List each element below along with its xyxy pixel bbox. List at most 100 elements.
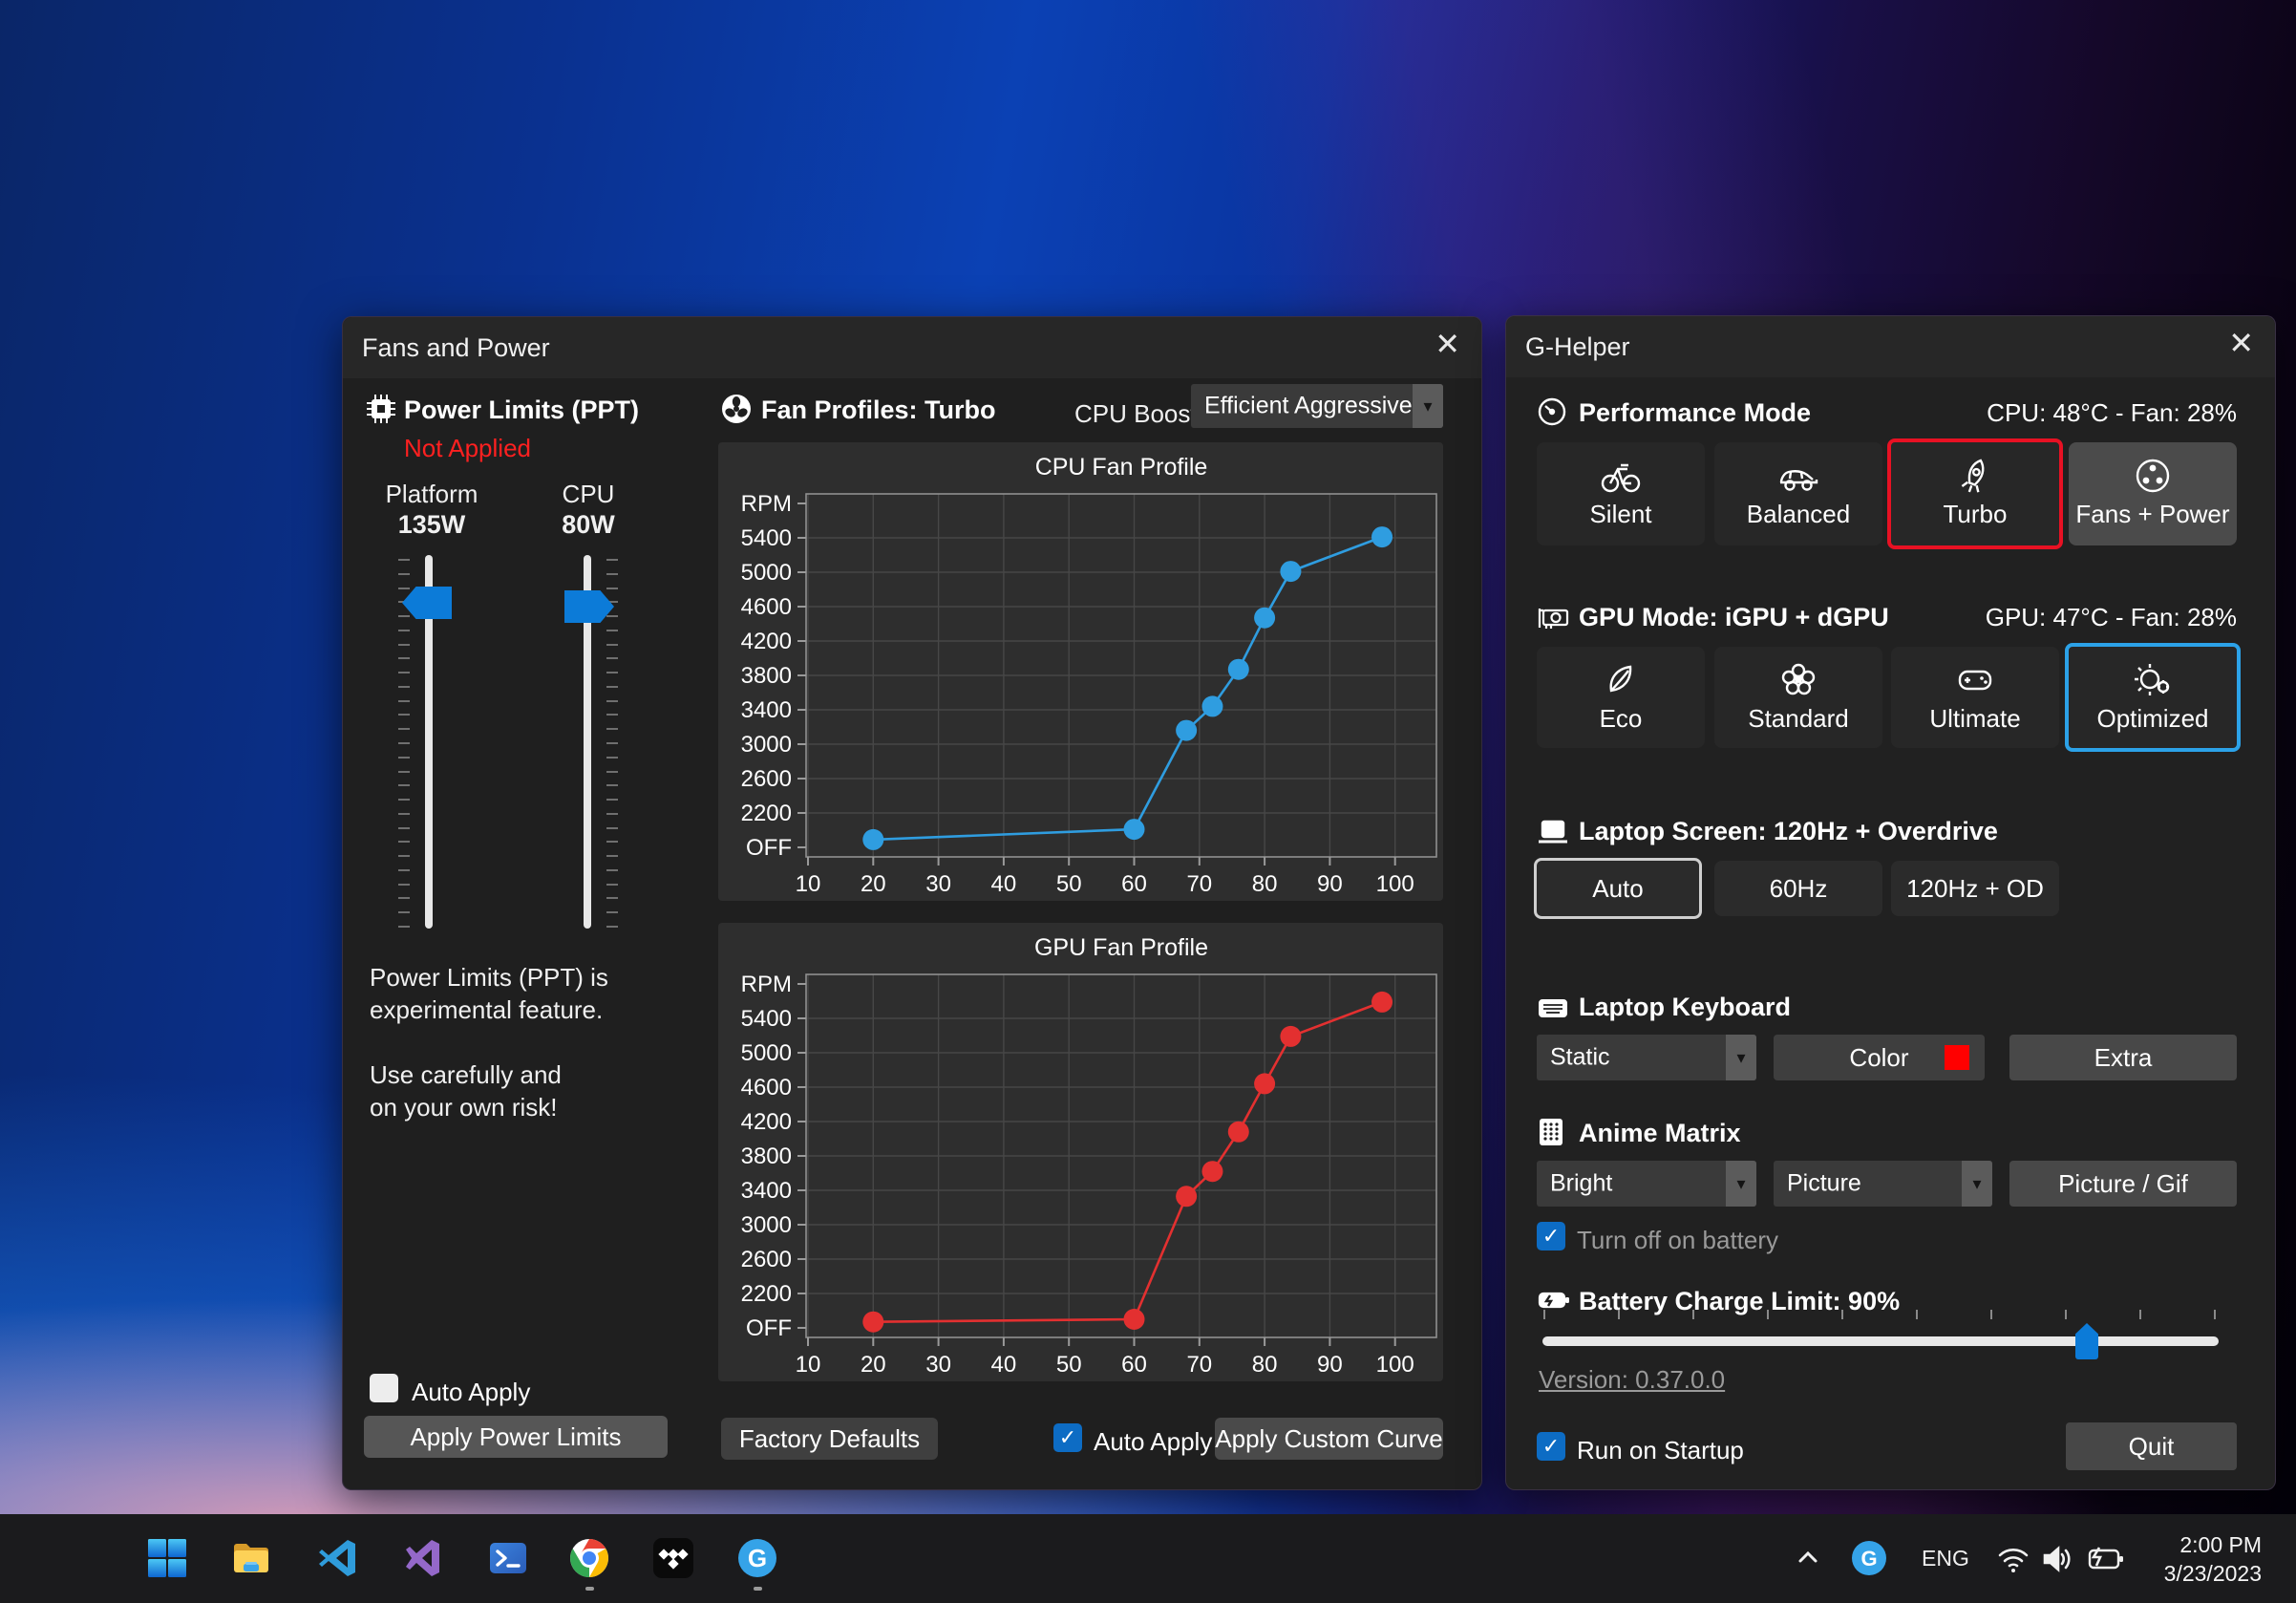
svg-text:90: 90 bbox=[1317, 1352, 1343, 1378]
cpu-boost-dropdown[interactable]: Efficient Aggressive ▾ bbox=[1191, 384, 1443, 428]
chevron-down-icon[interactable]: ▾ bbox=[1726, 1161, 1756, 1207]
cpu-boost-label: CPU Boost bbox=[1074, 399, 1198, 429]
power-auto-apply-checkbox[interactable] bbox=[370, 1374, 398, 1402]
platform-value: 135W bbox=[368, 510, 496, 540]
gpu-mode-eco[interactable]: Eco bbox=[1537, 647, 1705, 748]
picture-gif-button[interactable]: Picture / Gif bbox=[2009, 1161, 2237, 1207]
svg-text:60: 60 bbox=[1121, 871, 1147, 897]
run-on-startup-checkbox[interactable]: ✓ bbox=[1537, 1432, 1565, 1461]
gpu-mode-standard[interactable]: Standard bbox=[1714, 647, 1882, 748]
battery-slider-thumb[interactable] bbox=[2075, 1323, 2098, 1359]
svg-text:80: 80 bbox=[1252, 1352, 1278, 1378]
factory-defaults-button[interactable]: Factory Defaults bbox=[721, 1418, 938, 1460]
fans-window-titlebar[interactable]: Fans and Power ✕ bbox=[343, 317, 1481, 378]
terminal-icon[interactable] bbox=[487, 1537, 529, 1579]
chip-icon bbox=[366, 394, 396, 424]
perf-mode-balanced[interactable]: Balanced bbox=[1714, 442, 1882, 545]
perf-mode-label: Balanced bbox=[1714, 500, 1882, 529]
cpu-fan-chart[interactable]: RPM540050004600420038003400300026002200O… bbox=[718, 442, 1443, 901]
anime-content-dropdown[interactable]: Picture ▾ bbox=[1774, 1161, 1992, 1207]
keyboard-mode-value: Static bbox=[1550, 1044, 1610, 1072]
svg-text:70: 70 bbox=[1186, 1352, 1212, 1378]
apply-custom-curve-button[interactable]: Apply Custom Curve bbox=[1215, 1418, 1443, 1460]
chrome-running-indicator bbox=[585, 1587, 594, 1591]
svg-text:30: 30 bbox=[925, 871, 951, 897]
screen-60hz[interactable]: 60Hz bbox=[1714, 861, 1882, 916]
cpu-fan-chart-panel[interactable]: RPM540050004600420038003400300026002200O… bbox=[718, 442, 1443, 901]
perf-mode-label: Silent bbox=[1537, 500, 1705, 529]
bulb-gear-icon bbox=[2131, 658, 2175, 702]
keyboard-icon bbox=[1537, 993, 1567, 1023]
clock[interactable]: 2:00 PM 3/23/2023 bbox=[2164, 1530, 2262, 1588]
cpu-value: 80W bbox=[524, 510, 652, 540]
anime-matrix-header: Anime Matrix bbox=[1579, 1119, 1741, 1148]
ghelper-window: G-Helper ✕ Performance Mode CPU: 48°C - … bbox=[1505, 315, 2276, 1490]
gpu-temp-status: GPU: 47°C - Fan: 28% bbox=[1986, 603, 2237, 632]
tray-time: 2:00 PM bbox=[2164, 1530, 2262, 1559]
volume-icon[interactable] bbox=[2040, 1543, 2076, 1579]
svg-text:40: 40 bbox=[991, 871, 1017, 897]
screen-120hz-od[interactable]: 120Hz + OD bbox=[1891, 861, 2059, 916]
chevron-up-icon[interactable] bbox=[1794, 1546, 1830, 1582]
keyboard-mode-dropdown[interactable]: Static ▾ bbox=[1537, 1035, 1756, 1080]
apply-power-limits-button[interactable]: Apply Power Limits bbox=[364, 1416, 668, 1458]
chevron-down-icon[interactable]: ▾ bbox=[1962, 1161, 1992, 1207]
tidal-icon[interactable] bbox=[652, 1537, 694, 1579]
svg-text:3800: 3800 bbox=[741, 1143, 792, 1169]
curve-auto-apply-checkbox[interactable]: ✓ bbox=[1053, 1423, 1082, 1452]
cpu-boost-value: Efficient Aggressive bbox=[1204, 393, 1413, 420]
wifi-icon[interactable] bbox=[1996, 1544, 2032, 1580]
gpu-fan-chart-panel[interactable]: RPM540050004600420038003400300026002200O… bbox=[718, 923, 1443, 1381]
version-link[interactable]: Version: 0.37.0.0 bbox=[1539, 1365, 1725, 1395]
windows-start-icon[interactable] bbox=[146, 1537, 188, 1579]
gpu-fan-chart[interactable]: RPM540050004600420038003400300026002200O… bbox=[718, 923, 1443, 1381]
chrome-icon[interactable] bbox=[568, 1537, 610, 1579]
svg-text:5000: 5000 bbox=[741, 560, 792, 586]
battery-slider-track[interactable] bbox=[1542, 1336, 2219, 1346]
close-icon[interactable]: ✕ bbox=[1435, 329, 1460, 359]
ghelper-taskbar-icon[interactable]: G bbox=[736, 1537, 778, 1579]
keyboard-color-button[interactable]: Color bbox=[1774, 1035, 1985, 1080]
svg-text:100: 100 bbox=[1376, 871, 1414, 897]
cpu-temp-status: CPU: 48°C - Fan: 28% bbox=[1987, 398, 2237, 428]
platform-label: Platform bbox=[368, 480, 496, 509]
anime-brightness-dropdown[interactable]: Bright ▾ bbox=[1537, 1161, 1756, 1207]
ghelper-titlebar[interactable]: G-Helper ✕ bbox=[1506, 316, 2275, 377]
perf-mode-fans-power[interactable]: Fans + Power bbox=[2069, 442, 2237, 545]
language-indicator[interactable]: ENG bbox=[1922, 1546, 1969, 1571]
gamepad-icon bbox=[1953, 658, 1997, 702]
svg-text:4200: 4200 bbox=[741, 629, 792, 654]
turn-off-on-battery-checkbox[interactable]: ✓ bbox=[1537, 1222, 1565, 1250]
ghelper-tray-icon[interactable]: G bbox=[1851, 1540, 1887, 1576]
close-icon[interactable]: ✕ bbox=[2228, 328, 2254, 358]
flower-icon bbox=[1776, 658, 1820, 702]
laptop-keyboard-header: Laptop Keyboard bbox=[1579, 993, 1791, 1022]
screen-auto-selected[interactable]: Auto bbox=[1534, 858, 1702, 919]
perf-mode-turbo-selected[interactable]: Turbo bbox=[1887, 438, 2063, 549]
visual-studio-icon[interactable] bbox=[403, 1537, 445, 1579]
chevron-down-icon[interactable]: ▾ bbox=[1413, 384, 1443, 428]
svg-text:10: 10 bbox=[796, 871, 821, 897]
svg-text:GPU Fan Profile: GPU Fan Profile bbox=[1034, 934, 1208, 961]
battery-tray-icon[interactable] bbox=[2086, 1545, 2122, 1581]
anime-brightness-value: Bright bbox=[1550, 1170, 1612, 1198]
gpu-mode-label: Ultimate bbox=[1891, 704, 2059, 734]
fans-power-window: Fans and Power ✕ Power Limits (PPT) Not … bbox=[342, 316, 1482, 1490]
gpu-mode-optimized-selected[interactable]: Optimized bbox=[2065, 643, 2241, 752]
svg-text:50: 50 bbox=[1056, 871, 1082, 897]
svg-text:3400: 3400 bbox=[741, 1178, 792, 1204]
gpu-mode-label: Eco bbox=[1537, 704, 1705, 734]
quit-button[interactable]: Quit bbox=[2066, 1422, 2237, 1470]
svg-text:3800: 3800 bbox=[741, 663, 792, 689]
rocket-icon bbox=[1953, 454, 1997, 498]
keyboard-extra-button[interactable]: Extra bbox=[2009, 1035, 2237, 1080]
chevron-down-icon[interactable]: ▾ bbox=[1726, 1035, 1756, 1080]
leaf-icon bbox=[1599, 658, 1643, 702]
svg-text:30: 30 bbox=[925, 1352, 951, 1378]
gpu-mode-ultimate[interactable]: Ultimate bbox=[1891, 647, 2059, 748]
perf-mode-silent[interactable]: Silent bbox=[1537, 442, 1705, 545]
svg-text:60: 60 bbox=[1121, 1352, 1147, 1378]
vscode-icon[interactable] bbox=[317, 1537, 359, 1579]
file-explorer-icon[interactable] bbox=[230, 1537, 272, 1579]
svg-text:5000: 5000 bbox=[741, 1040, 792, 1066]
